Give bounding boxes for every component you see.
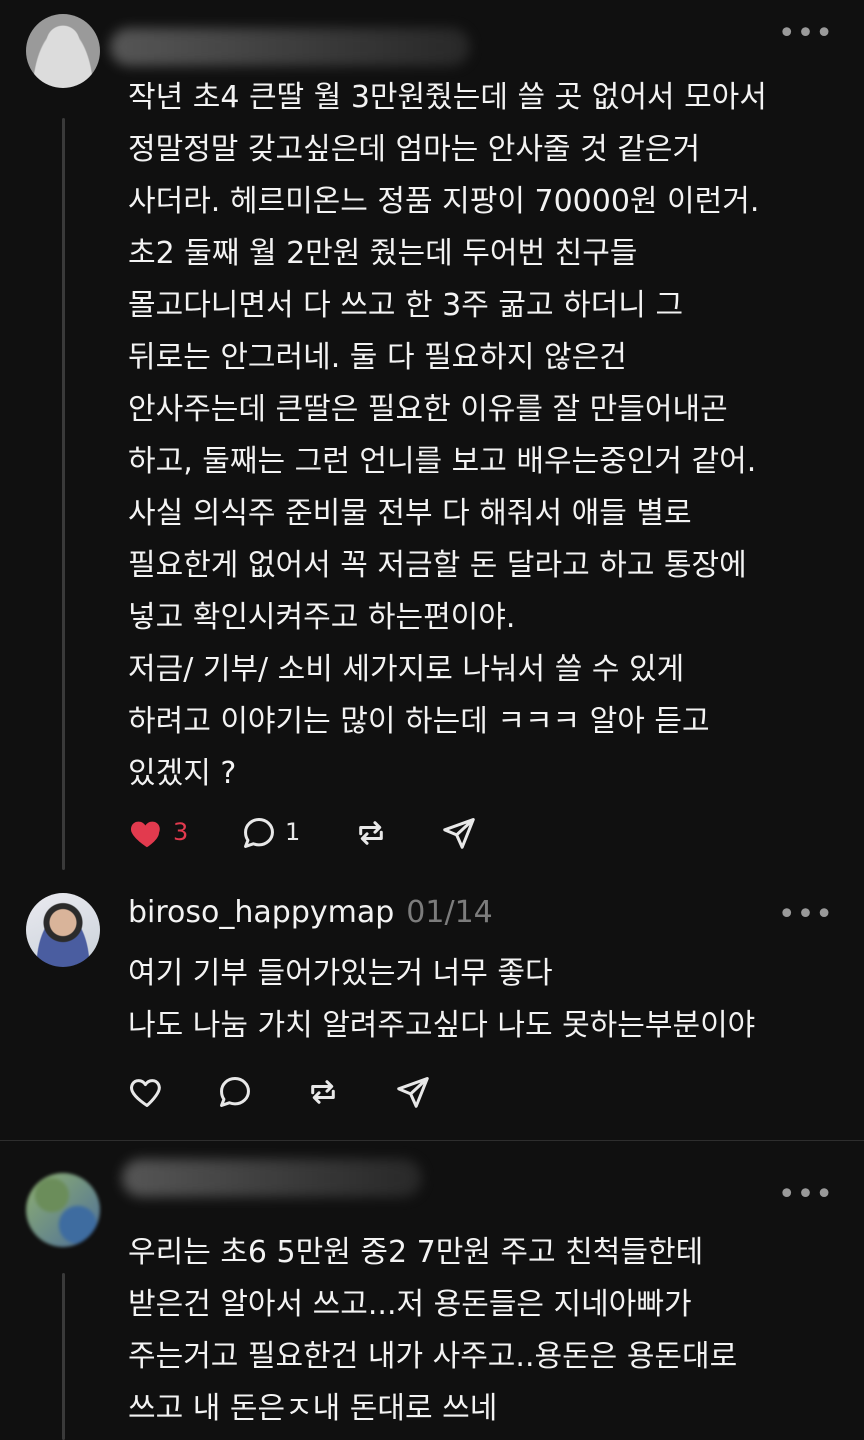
post-text-line: 뒤로는 안그러네. 둘 다 필요하지 않은건: [128, 340, 627, 375]
reply-button[interactable]: 1: [240, 814, 310, 854]
comment-icon: [244, 818, 274, 848]
post-text-line: 넣고 확인시켜주고 하는편이야.: [128, 600, 516, 635]
post-1: ••• 작년 초4 큰딸 월 3만원줬는데 쓸 곳 없어서 모아서 정말정말 갖…: [0, 0, 864, 875]
post-text-line: 저금/ 기부/ 소비 세가지로 나눠서 쓸 수 있게: [128, 652, 685, 687]
heart-icon: [130, 1079, 161, 1107]
repost-icon: [311, 1080, 335, 1104]
repost-icon: [359, 821, 383, 845]
blurred-username: [110, 28, 470, 66]
reply-button[interactable]: [216, 1073, 256, 1113]
repost-button[interactable]: [352, 814, 392, 854]
like-button[interactable]: [128, 1073, 168, 1113]
like-count: 3: [173, 818, 189, 846]
thread-line: [62, 118, 65, 870]
more-options-icon[interactable]: •••: [778, 900, 834, 930]
username-text[interactable]: biroso_happymap: [128, 895, 394, 930]
heart-icon: [131, 821, 160, 848]
share-button[interactable]: [440, 814, 480, 854]
share-button[interactable]: [394, 1073, 434, 1113]
post-actions: [128, 1073, 448, 1113]
post-text-line: 몰고다니면서 다 쓰고 한 3주 굶고 하더니 그: [128, 288, 684, 323]
thread-line: [62, 1273, 65, 1440]
post-text-line: 사더라. 헤르미온느 정품 지팡이 70000원 이런거.: [128, 184, 760, 219]
post-text-line: 여기 기부 들어가있는거 너무 좋다: [128, 956, 553, 991]
post-text-line: 받은건 알아서 쓰고...저 용돈들은 지네아빠가: [128, 1287, 692, 1322]
post-text-line: 작년 초4 큰딸 월 3만원줬는데 쓸 곳 없어서 모아서: [128, 80, 767, 115]
post-date: 01/14: [406, 895, 493, 930]
post-text-line: 있겠지 ?: [128, 756, 237, 791]
post-text-line: 사실 의식주 준비물 전부 다 해줘서 애들 별로: [128, 496, 692, 531]
username[interactable]: biroso_happymap 01/14: [128, 895, 493, 930]
blurred-username: [122, 1159, 422, 1197]
avatar[interactable]: [26, 1173, 100, 1247]
post-text-line: 하고, 둘째는 그런 언니를 보고 배우는중인거 같어.: [128, 444, 757, 479]
post-text-line: 우리는 초6 5만원 중2 7만원 주고 친척들한테: [128, 1235, 704, 1270]
comment-icon: [220, 1077, 250, 1107]
post-text-line: 안사주는데 큰딸은 필요한 이유를 잘 만들어내곤: [128, 392, 728, 427]
more-options-icon[interactable]: •••: [778, 1180, 834, 1210]
reply-count: 1: [285, 818, 301, 846]
send-icon: [397, 1077, 429, 1108]
post-text-line: 초2 둘째 월 2만원 줬는데 두어번 친구들: [128, 236, 638, 271]
post-text-line: 주는거고 필요한건 내가 사주고..용돈은 용돈대로: [128, 1339, 738, 1374]
post-text-line: 필요한게 없어서 꼭 저금할 돈 달라고 하고 통장에: [128, 548, 747, 583]
post-2: biroso_happymap 01/14 ••• 여기 기부 들어가있는거 너무…: [0, 875, 864, 1140]
avatar[interactable]: [26, 14, 100, 88]
post-3: ••• 우리는 초6 5만원 중2 7만원 주고 친척들한테 받은건 알아서 쓰…: [0, 1141, 864, 1440]
avatar[interactable]: [26, 893, 100, 967]
post-text-line: 쓰고 내 돈은ㅈ내 돈대로 쓰네: [128, 1391, 498, 1426]
post-text-line: 하려고 이야기는 많이 하는데 ㅋㅋㅋ 알아 듣고: [128, 704, 710, 739]
more-options-icon[interactable]: •••: [778, 19, 834, 49]
post-text-line: 정말정말 갖고싶은데 엄마는 안사줄 것 같은거: [128, 132, 701, 167]
post-text-line: 나도 나눔 가치 알려주고싶다 나도 못하는부분이야: [128, 1008, 756, 1043]
repost-button[interactable]: [304, 1073, 344, 1113]
post-actions: 3 1: [128, 814, 528, 854]
like-button[interactable]: 3: [128, 814, 198, 854]
send-icon: [443, 818, 475, 849]
